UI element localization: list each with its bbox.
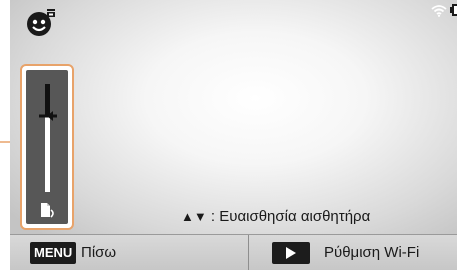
viewfinder-screen: ▲▼ : Ευαισθησία αισθητήρα: [10, 0, 457, 234]
wifi-setup-label: Ρύθμιση Wi-Fi: [324, 244, 420, 261]
play-button[interactable]: [272, 242, 310, 264]
bar-divider: [248, 235, 249, 270]
menu-button[interactable]: MENU: [30, 242, 77, 264]
play-icon: [286, 247, 296, 259]
slider-fill: [45, 116, 50, 192]
hint-text: : Ευαισθησία αισθητήρα: [210, 208, 371, 225]
sensitivity-panel: [20, 64, 74, 230]
back-label: Πίσω: [81, 244, 117, 261]
battery-icon: [450, 4, 457, 16]
slider-handle[interactable]: [39, 110, 57, 122]
wifi-icon: [431, 5, 447, 17]
smart-face-icon: [27, 9, 55, 36]
sensitivity-slider[interactable]: [26, 70, 68, 224]
up-down-arrows: ▲▼: [181, 209, 207, 224]
sensitivity-hint: ▲▼ : Ευαισθησία αισθητήρα: [181, 207, 370, 227]
sensor-icon: [41, 203, 54, 218]
camera-screen-guide: ▲▼ : Ευαισθησία αισθητήρα MENU Πίσω Ρύθμ…: [0, 0, 457, 270]
bottom-bar: MENU Πίσω Ρύθμιση Wi-Fi: [10, 234, 457, 270]
